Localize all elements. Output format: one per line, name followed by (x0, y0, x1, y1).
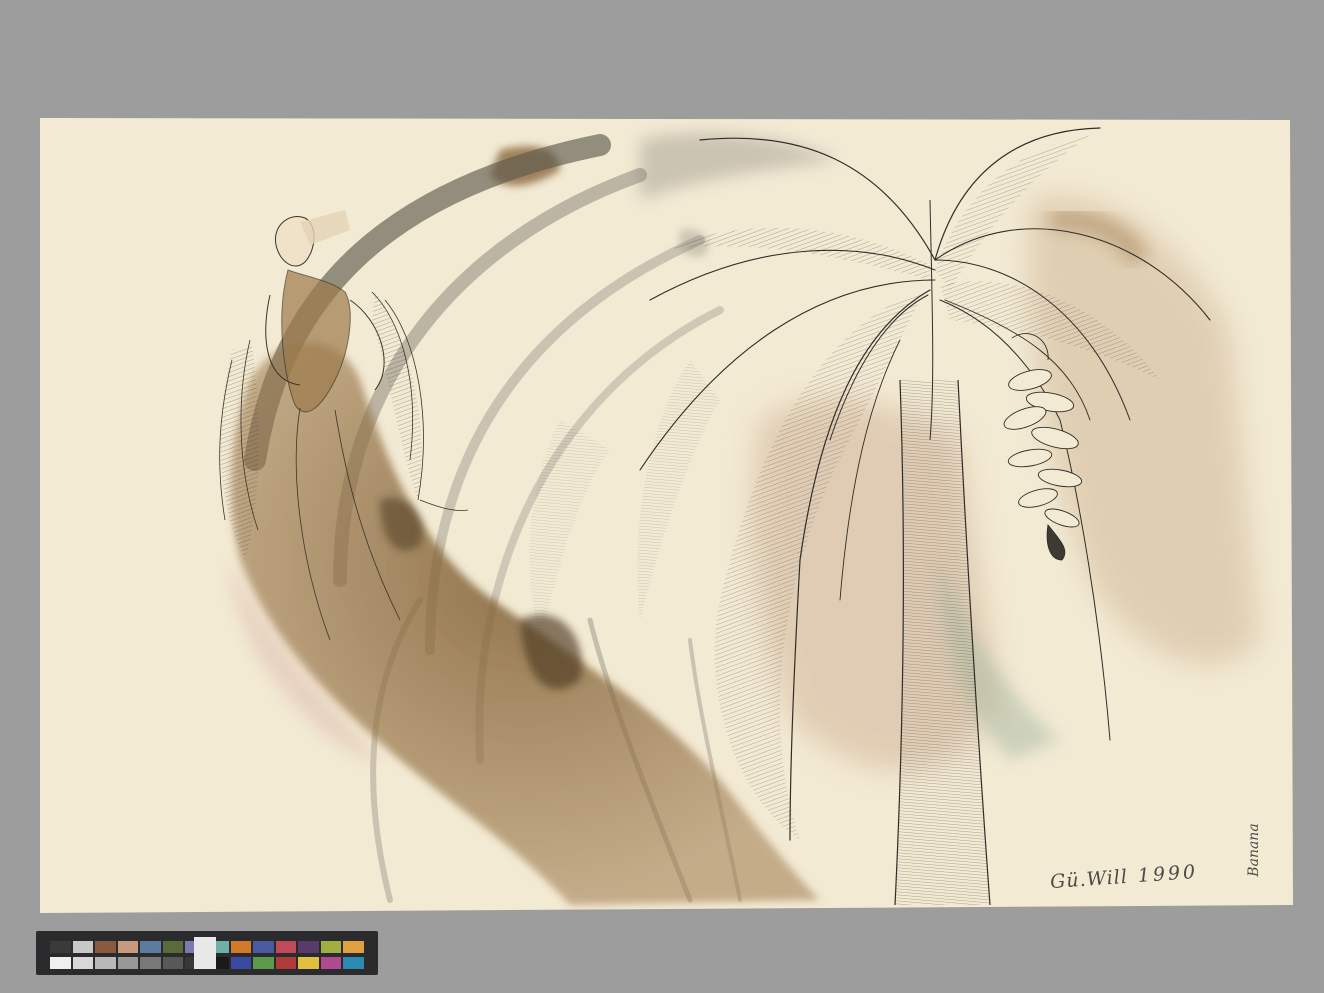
color-patch (162, 941, 184, 953)
color-patch (117, 941, 139, 953)
color-patch (320, 941, 342, 953)
color-patch (253, 957, 274, 969)
checker-label-plate (194, 937, 216, 969)
color-patch (298, 941, 319, 953)
color-patch (253, 941, 274, 953)
color-patch (320, 957, 342, 969)
color-patch (72, 941, 94, 953)
color-patch (343, 941, 364, 953)
color-checker-card (36, 931, 378, 975)
color-patch (50, 941, 71, 953)
color-patch (230, 957, 252, 969)
signature-year: 1990 (1137, 860, 1199, 888)
color-patch (230, 941, 252, 953)
color-patch (140, 957, 161, 969)
color-patch (95, 957, 116, 969)
color-patch (72, 957, 94, 969)
color-patch (298, 957, 319, 969)
color-patch (275, 957, 297, 969)
color-patch (140, 941, 161, 953)
color-patch (343, 957, 364, 969)
color-patch (95, 941, 116, 953)
title-inscription: Banana (1246, 823, 1262, 877)
color-patch (117, 957, 139, 969)
artwork-scene (40, 118, 1293, 913)
color-patch (275, 941, 297, 953)
color-patch (162, 957, 184, 969)
color-patch (50, 957, 71, 969)
